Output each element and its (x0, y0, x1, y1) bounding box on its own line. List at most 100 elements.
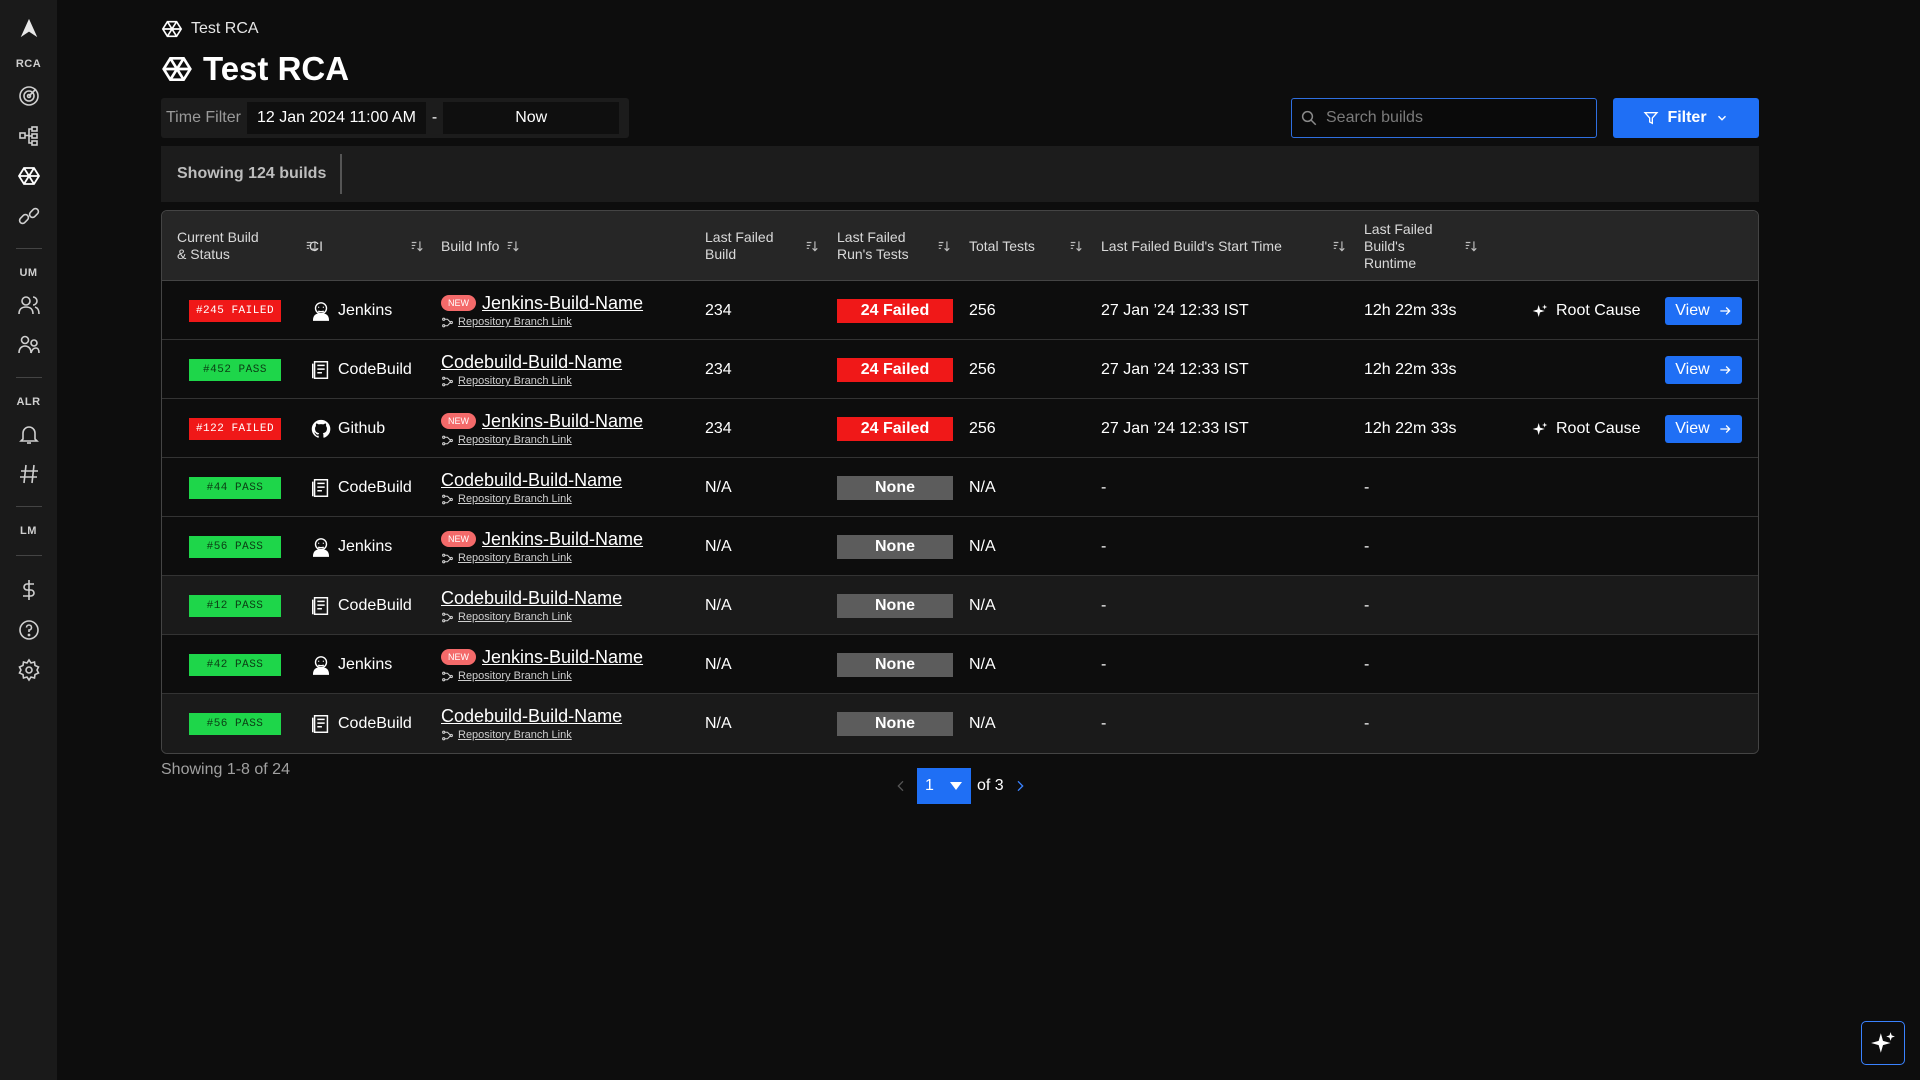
rca-project-icon[interactable] (9, 156, 49, 196)
table-row[interactable]: #122 FAILED Github NEW Jenkins-Build-Name … (162, 399, 1758, 458)
total-tests: N/A (969, 478, 996, 496)
search-input[interactable] (1326, 109, 1586, 127)
rca-project-icon (161, 20, 183, 38)
git-branch-icon (442, 494, 453, 504)
filter-button[interactable]: Filter (1613, 98, 1759, 138)
view-button[interactable]: View (1665, 355, 1742, 384)
tests-badge: None (837, 652, 953, 677)
filter-button-label: Filter (1667, 109, 1707, 126)
table-row[interactable]: #56 PASS CodeBuild Codebuild-Build-Name R… (162, 694, 1758, 753)
hierarchy-icon[interactable] (9, 116, 49, 156)
codebuild-icon (310, 477, 332, 499)
ci-name: CodeBuild (338, 596, 412, 614)
settings-icon[interactable] (9, 650, 49, 690)
chevron-down-icon (1717, 115, 1726, 121)
table-row[interactable]: #452 PASS CodeBuild Codebuild-Build-Name … (162, 340, 1758, 399)
sidebar-divider (15, 248, 42, 249)
status-badge: #56 PASS (189, 712, 281, 735)
start-time: 27 Jan ’24 12:33 IST (1101, 419, 1249, 437)
start-time: 27 Jan ’24 12:33 IST (1101, 301, 1249, 319)
table-header: Current Build & Status CI Build Info Las… (162, 211, 1758, 281)
repo-branch-link[interactable]: Repository Branch Link (458, 729, 572, 741)
table-row[interactable]: #42 PASS Jenkins NEW Jenkins-Build-Name Re… (162, 635, 1758, 694)
build-name-link[interactable]: Jenkins-Build-Name (482, 529, 643, 550)
start-time: 27 Jan ’24 12:33 IST (1101, 360, 1249, 378)
build-name-link[interactable]: Codebuild-Build-Name (441, 706, 622, 727)
last-failed-build: N/A (705, 714, 732, 732)
start-time: - (1101, 714, 1107, 732)
time-filter-end[interactable]: Now (443, 102, 620, 134)
prev-page-icon[interactable] (891, 776, 911, 796)
total-tests: N/A (969, 714, 996, 732)
dollar-icon[interactable] (9, 570, 49, 610)
start-time: - (1101, 478, 1107, 496)
last-failed-build: N/A (705, 478, 732, 496)
user-group-icon[interactable] (9, 325, 49, 365)
header-build-info[interactable]: Build Info (441, 211, 499, 281)
ci-name: CodeBuild (338, 478, 412, 496)
bell-icon[interactable] (9, 414, 49, 454)
ci-name: Jenkins (338, 655, 393, 673)
total-tests: N/A (969, 537, 996, 555)
header-last-failed-tests[interactable]: Last Failed Run's Tests (837, 211, 927, 281)
link-icon[interactable] (9, 196, 49, 236)
build-name-link[interactable]: Codebuild-Build-Name (441, 352, 622, 373)
app-logo-icon[interactable] (17, 16, 41, 40)
table-row[interactable]: #12 PASS CodeBuild Codebuild-Build-Name R… (162, 576, 1758, 635)
runtime: - (1364, 596, 1370, 614)
breadcrumb-label[interactable]: Test RCA (191, 20, 259, 38)
total-tests: 256 (969, 301, 996, 319)
target-icon[interactable] (9, 76, 49, 116)
view-button[interactable]: View (1665, 414, 1742, 443)
hashtag-icon[interactable] (9, 454, 49, 494)
repo-branch-link[interactable]: Repository Branch Link (458, 316, 572, 328)
search-box[interactable] (1291, 98, 1597, 138)
root-cause-button[interactable]: Root Cause (1532, 281, 1641, 340)
arrow-right-icon (1720, 306, 1731, 315)
codebuild-icon (310, 713, 332, 735)
repo-branch-link[interactable]: Repository Branch Link (458, 611, 572, 623)
start-time: - (1101, 537, 1107, 555)
table-row[interactable]: #44 PASS CodeBuild Codebuild-Build-Name R… (162, 458, 1758, 517)
root-cause-button[interactable]: Root Cause (1532, 399, 1641, 458)
header-total-tests[interactable]: Total Tests (969, 211, 1035, 281)
new-badge: NEW (441, 295, 476, 311)
build-name-link[interactable]: Jenkins-Build-Name (482, 411, 643, 432)
jenkins-icon (310, 536, 332, 558)
sidebar-divider (15, 555, 42, 556)
build-name-link[interactable]: Codebuild-Build-Name (441, 588, 622, 609)
header-ci[interactable]: CI (309, 211, 323, 281)
root-cause-label: Root Cause (1556, 419, 1641, 437)
total-tests: N/A (969, 655, 996, 673)
table-row[interactable]: #245 FAILED Jenkins NEW Jenkins-Build-Name… (162, 281, 1758, 340)
ai-assistant-button[interactable] (1861, 1021, 1905, 1065)
ci-name: CodeBuild (338, 360, 412, 378)
next-page-icon[interactable] (1010, 776, 1030, 796)
header-runtime[interactable]: Last Failed Build's Runtime (1364, 211, 1444, 281)
last-failed-build: 234 (705, 301, 732, 319)
repo-branch-link[interactable]: Repository Branch Link (458, 670, 572, 682)
build-name-link[interactable]: Codebuild-Build-Name (441, 470, 622, 491)
build-name-link[interactable]: Jenkins-Build-Name (482, 647, 643, 668)
table-row[interactable]: #56 PASS Jenkins NEW Jenkins-Build-Name Re… (162, 517, 1758, 576)
repo-branch-link[interactable]: Repository Branch Link (458, 434, 572, 446)
page-select[interactable]: 1 (917, 768, 971, 804)
status-badge: #12 PASS (189, 594, 281, 617)
sidebar-divider (15, 377, 42, 378)
codebuild-icon (310, 595, 332, 617)
sidebar-section-lm: LM (20, 525, 37, 537)
sidebar-section-um: UM (19, 267, 38, 279)
time-filter-start[interactable]: 12 Jan 2024 11:00 AM (246, 102, 426, 134)
repo-branch-link[interactable]: Repository Branch Link (458, 375, 572, 387)
users-icon[interactable] (9, 285, 49, 325)
view-button[interactable]: View (1665, 296, 1742, 325)
header-start-time[interactable]: Last Failed Build's Start Time (1101, 211, 1282, 281)
view-button-label: View (1675, 419, 1710, 437)
repo-branch-link[interactable]: Repository Branch Link (458, 552, 572, 564)
sidebar-divider (15, 506, 42, 507)
repo-branch-link[interactable]: Repository Branch Link (458, 493, 572, 505)
header-last-failed-build[interactable]: Last Failed Build (705, 211, 795, 281)
build-name-link[interactable]: Jenkins-Build-Name (482, 293, 643, 314)
header-current-build[interactable]: Current Build & Status (177, 211, 267, 281)
help-icon[interactable] (9, 610, 49, 650)
